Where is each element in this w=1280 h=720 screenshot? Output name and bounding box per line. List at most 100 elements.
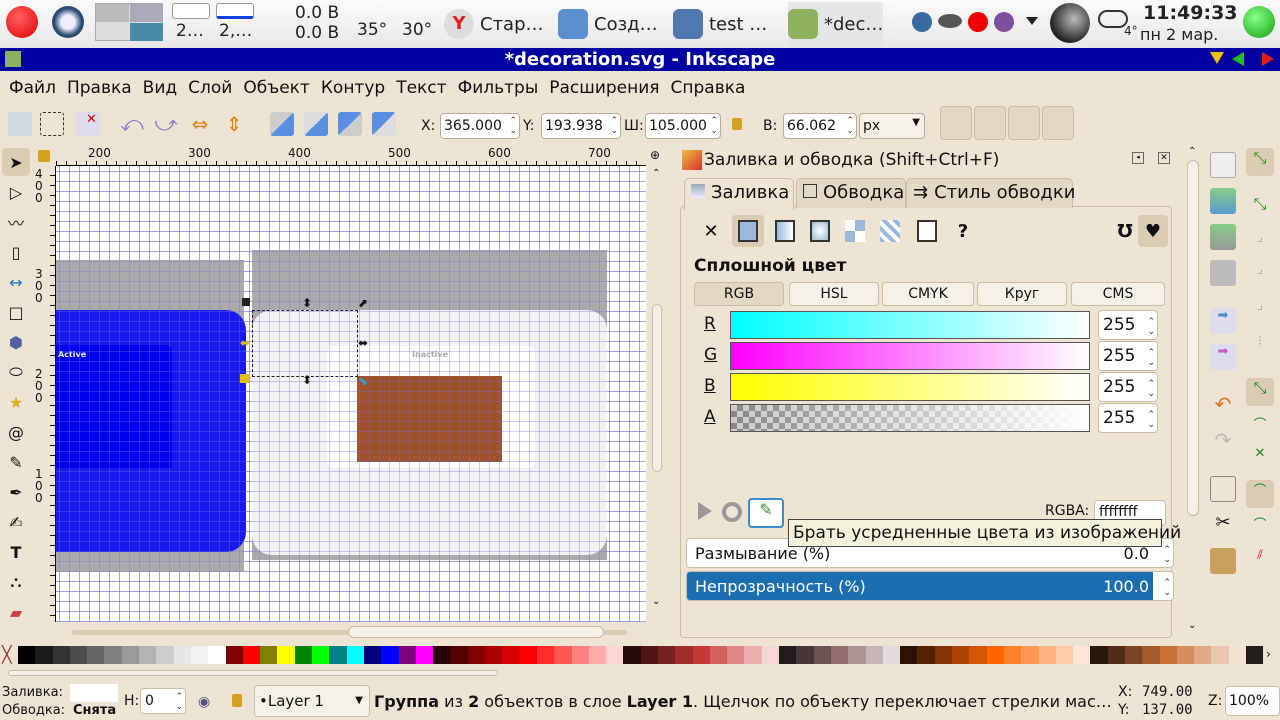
- palette-swatch[interactable]: [865, 646, 883, 664]
- import-icon[interactable]: ➡: [1210, 308, 1236, 334]
- palette-swatch[interactable]: [173, 646, 191, 664]
- snap-toggle-icon[interactable]: ⤡: [1246, 148, 1274, 176]
- snap-cusp-nodes-icon[interactable]: ⌒: [1246, 480, 1274, 508]
- mode-hsl-tab[interactable]: HSL: [789, 282, 879, 306]
- unit-select[interactable]: px ▼: [859, 113, 925, 139]
- measure-tool-icon[interactable]: ↔: [2, 268, 30, 296]
- copy-icon[interactable]: [1210, 476, 1236, 502]
- menu-extensions[interactable]: Расширения: [544, 78, 665, 98]
- palette-swatch[interactable]: [467, 646, 486, 664]
- snap-nodes-icon[interactable]: ⤡: [1246, 378, 1274, 406]
- palette-swatch[interactable]: [917, 646, 935, 664]
- palette-swatch[interactable]: [848, 646, 866, 664]
- palette-swatch[interactable]: [139, 646, 157, 664]
- task-browser[interactable]: Y Стар…: [444, 2, 544, 46]
- cut-icon[interactable]: ✂: [1210, 512, 1236, 538]
- redo-icon[interactable]: ↷: [1210, 428, 1236, 454]
- palette-swatch[interactable]: [277, 646, 295, 664]
- palette-swatch[interactable]: [900, 646, 918, 664]
- palette-swatch[interactable]: [433, 646, 451, 664]
- selector-tool-icon[interactable]: ➤: [2, 148, 30, 176]
- palette-swatch[interactable]: [312, 646, 330, 664]
- pencil-tool-icon[interactable]: ✎: [2, 448, 30, 476]
- palette-swatch[interactable]: [381, 646, 399, 664]
- rect-tool-icon[interactable]: □: [2, 298, 30, 326]
- menu-layer[interactable]: Слой: [183, 78, 238, 98]
- lower-icon[interactable]: [338, 112, 362, 136]
- select-all-layers-icon[interactable]: [40, 112, 64, 136]
- ellipse-tool-icon[interactable]: ⬭: [2, 358, 30, 386]
- snap-bbox-icon[interactable]: ⤡: [1246, 194, 1274, 222]
- palette-swatch[interactable]: [450, 646, 468, 664]
- mode-cms-tab[interactable]: CMS: [1071, 282, 1165, 306]
- palette-swatch[interactable]: [1228, 646, 1247, 664]
- spiral-tool-icon[interactable]: @: [2, 418, 30, 446]
- menu-view[interactable]: Вид: [138, 78, 183, 98]
- palette-swatch[interactable]: [1038, 646, 1056, 664]
- fill-rule-evenodd-icon[interactable]: Ʊ: [1112, 218, 1138, 244]
- lock-ratio-icon[interactable]: [732, 118, 742, 130]
- menu-path[interactable]: Контур: [316, 78, 391, 98]
- eraser-tool-icon[interactable]: ▰: [2, 598, 30, 626]
- palette-swatch[interactable]: [692, 646, 710, 664]
- palette-swatch[interactable]: [1246, 646, 1263, 664]
- palette-swatch[interactable]: [1194, 646, 1212, 664]
- flip-vertical-icon[interactable]: ⇕: [222, 112, 246, 136]
- palette-swatch[interactable]: [1142, 646, 1160, 664]
- raise-to-top-icon[interactable]: [270, 112, 294, 136]
- height-input[interactable]: 66.062 ⌃ ⌄: [783, 113, 857, 139]
- palette-swatch[interactable]: [35, 646, 53, 664]
- 3dbox-tool-icon[interactable]: ⬢: [2, 328, 30, 356]
- palette-swatch[interactable]: [294, 646, 313, 664]
- task-inkscape[interactable]: *dec…: [788, 2, 884, 46]
- snap-intersections-icon[interactable]: ✕: [1246, 446, 1274, 474]
- layer-lock-icon[interactable]: [232, 694, 242, 707]
- palette-swatch[interactable]: [969, 646, 987, 664]
- linear-gradient-icon[interactable]: [772, 218, 798, 244]
- stroke-width-input[interactable]: 0 ⌃ ⌄: [140, 688, 186, 714]
- clock-date[interactable]: пн 2 мар.: [1140, 25, 1218, 44]
- palette-swatch[interactable]: [623, 646, 641, 664]
- snap-smooth-nodes-icon[interactable]: ⌒: [1246, 514, 1274, 542]
- y-input[interactable]: 193.938 ⌃ ⌄: [541, 113, 621, 139]
- launcher-icon[interactable]: [52, 6, 84, 38]
- palette-swatch[interactable]: [1090, 646, 1108, 664]
- zoom-input[interactable]: 100%: [1225, 686, 1280, 716]
- tweak-tool-icon[interactable]: 〰: [2, 208, 30, 236]
- scale-corners-toggle[interactable]: [974, 106, 1006, 140]
- vertical-scroll-thumb[interactable]: [652, 304, 662, 472]
- scale-handle-ne[interactable]: ⬈: [358, 296, 368, 310]
- tray-icon-3[interactable]: [968, 12, 988, 32]
- palette-swatch[interactable]: [952, 646, 970, 664]
- layer-select[interactable]: •Layer 1 ▼: [254, 685, 370, 717]
- layer-visibility-icon[interactable]: ◉: [198, 694, 210, 710]
- no-color-swatch[interactable]: ╳: [2, 646, 18, 664]
- snap-bbox-center-icon[interactable]: ⁝: [1246, 334, 1274, 362]
- menu-filters[interactable]: Фильтры: [453, 78, 545, 98]
- scale-handle-n[interactable]: ⬍: [302, 296, 312, 310]
- a-value-input[interactable]: 255 ⌃ ⌄: [1098, 403, 1158, 433]
- palette-swatch[interactable]: [485, 646, 503, 664]
- active-label[interactable]: Active: [58, 350, 86, 359]
- palette-swatch[interactable]: [156, 646, 174, 664]
- tray-menu-arrow-icon[interactable]: [1026, 17, 1038, 31]
- palette-swatch[interactable]: [1003, 646, 1022, 664]
- select-all-icon[interactable]: [8, 112, 32, 136]
- palette-swatch[interactable]: [1055, 646, 1074, 664]
- pattern-icon[interactable]: [842, 218, 868, 244]
- mode-cmyk-tab[interactable]: CMYK: [882, 282, 974, 306]
- scale-handle-se[interactable]: ⬊: [358, 374, 368, 388]
- palette-swatch[interactable]: [121, 646, 140, 664]
- horizontal-scroll-thumb[interactable]: [348, 626, 604, 638]
- unknown-paint-icon[interactable]: ?: [950, 218, 976, 244]
- palette-swatch[interactable]: [882, 646, 901, 664]
- task-editor[interactable]: Созд…: [558, 2, 658, 46]
- tab-stroke[interactable]: Обводка: [796, 178, 906, 208]
- scale-handle-e[interactable]: ⬌: [358, 336, 368, 350]
- stroke-indicator-value[interactable]: Снята: [73, 703, 116, 718]
- minimize-icon[interactable]: [1210, 52, 1224, 71]
- palette-swatch[interactable]: [675, 646, 693, 664]
- palette-swatch[interactable]: [208, 646, 226, 664]
- pen-tool-icon[interactable]: ✒: [2, 478, 30, 506]
- palette-swatch[interactable]: [709, 646, 728, 664]
